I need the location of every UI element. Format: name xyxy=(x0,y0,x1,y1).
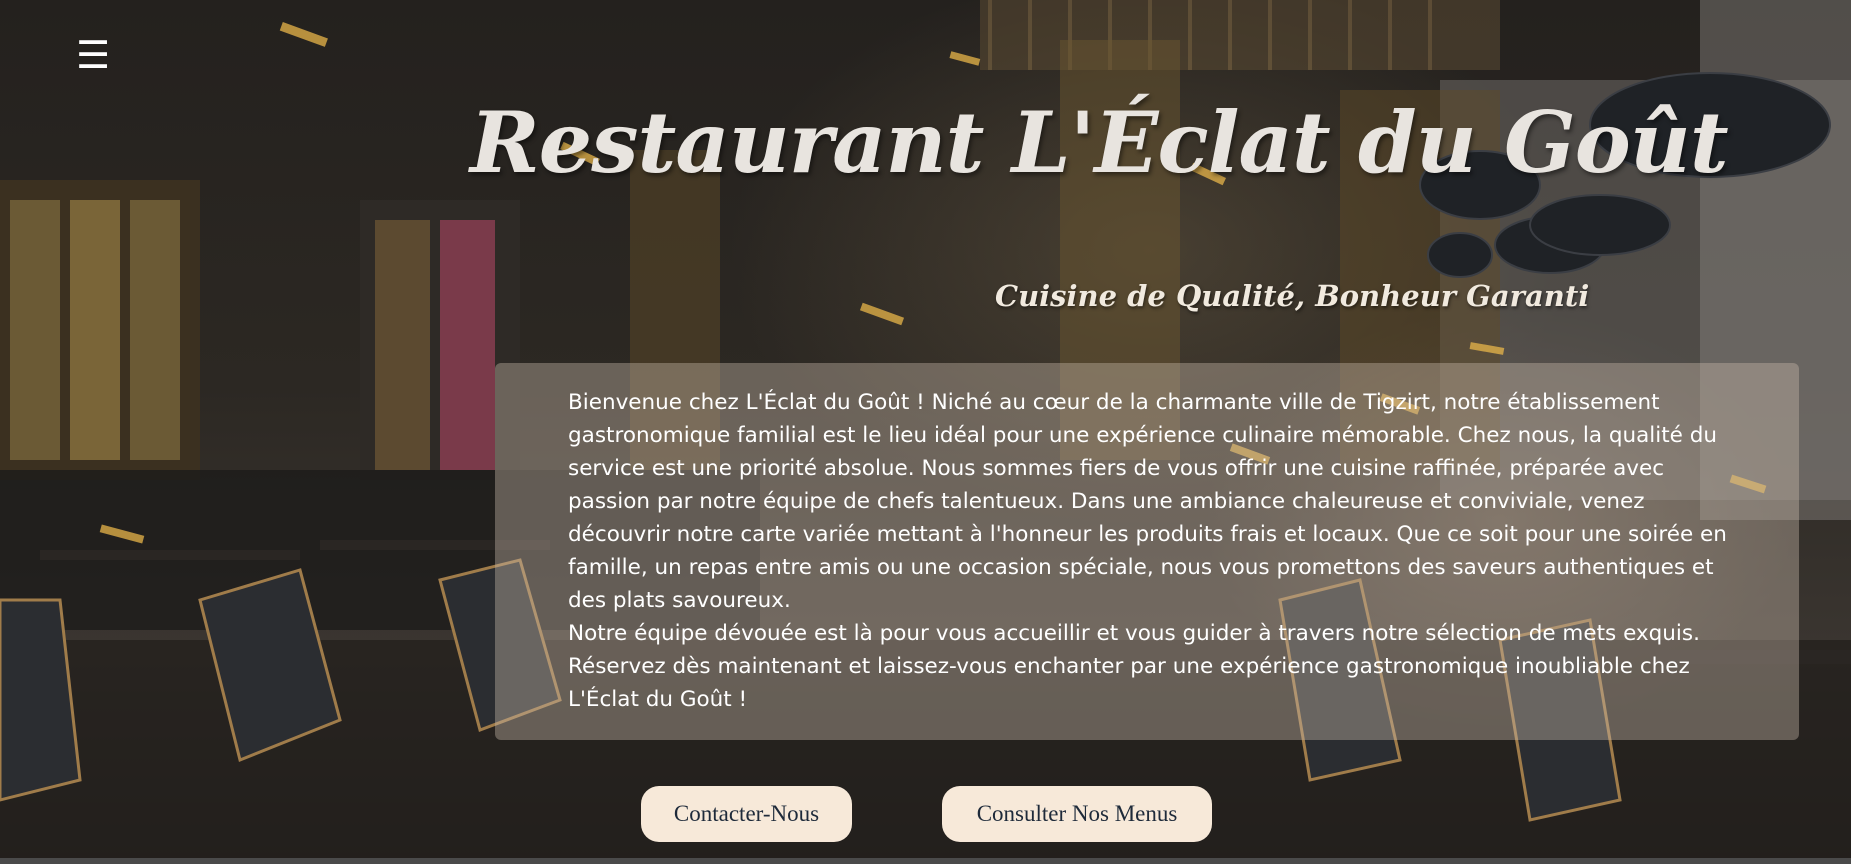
restaurant-tagline: Cuisine de Qualité, Bonheur Garanti xyxy=(995,279,1590,313)
intro-paragraph-1: Bienvenue chez L'Éclat du Goût ! Niché a… xyxy=(568,390,1727,613)
restaurant-title: Restaurant L'Éclat du Goût xyxy=(470,93,1729,192)
intro-panel: Bienvenue chez L'Éclat du Goût ! Niché a… xyxy=(495,363,1799,740)
hero-section: ☰ Restaurant L'Éclat du Goût Cuisine de … xyxy=(0,0,1851,858)
hamburger-menu-icon[interactable]: ☰ xyxy=(72,34,114,76)
contact-us-button[interactable]: Contacter-Nous xyxy=(641,786,852,842)
intro-paragraph-2: Notre équipe dévouée est là pour vous ac… xyxy=(568,621,1700,712)
view-menus-button[interactable]: Consulter Nos Menus xyxy=(942,786,1212,842)
intro-text: Bienvenue chez L'Éclat du Goût ! Niché a… xyxy=(568,386,1748,716)
